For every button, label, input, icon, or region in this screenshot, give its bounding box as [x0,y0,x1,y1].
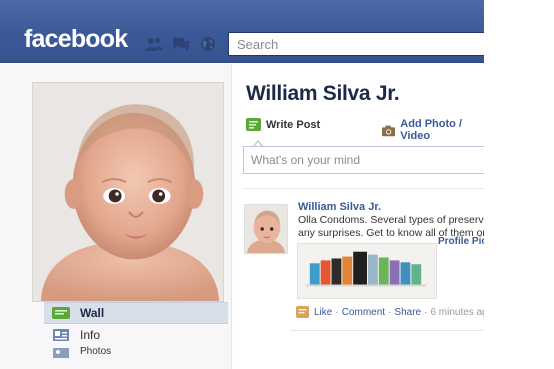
feed-divider [243,188,484,189]
top-bar: facebook [0,0,484,63]
write-post-icon [246,118,261,131]
nav-item-wall[interactable]: Wall [44,302,228,324]
search-input[interactable] [228,32,484,56]
action-separator: · [424,306,428,318]
action-separator: · [335,306,339,318]
tab-write-post[interactable]: Write Post [246,118,320,131]
share-link[interactable]: Share [394,307,421,318]
facebook-profile-screen: facebook Search Wall Info Photos William… [0,0,554,369]
story-actions: Like · Comment · Share · 6 minutes ago [296,306,507,318]
profile-left-nav: Wall Info Photos [44,302,228,358]
nav-item-photos[interactable]: Photos [44,346,228,358]
friend-requests-icon[interactable] [145,36,163,52]
story-author-link[interactable]: William Silva Jr. [298,201,381,213]
camera-icon [382,125,396,136]
baby-portrait-icon [33,83,223,301]
nav-item-info[interactable]: Info [44,324,228,346]
nav-label-photos: Photos [80,346,112,357]
like-link[interactable]: Like [314,307,332,318]
action-separator: · [388,306,392,318]
add-photo-label: Add Photo / Video [400,118,462,142]
page-edge-blank [484,0,554,369]
status-input[interactable] [243,146,484,174]
comment-link[interactable]: Comment [342,307,385,318]
info-icon [52,328,70,342]
publisher-tabs: Write Post Add Photo / Video [246,118,484,142]
baby-thumbnail-icon [245,205,287,253]
condom-packs-image-icon [298,244,436,298]
feed-divider [290,330,484,331]
photos-icon [52,346,70,358]
profile-picture[interactable] [32,82,224,302]
tab-add-photo-video[interactable]: Add Photo / Video [382,118,484,142]
story-text-line-1: Olla Condoms. Several types of preservat… [298,214,488,226]
notifications-globe-icon[interactable] [199,36,217,52]
story-avatar[interactable] [244,204,288,254]
nav-label-info: Info [80,328,101,342]
write-post-label: Write Post [266,118,321,131]
facebook-logo[interactable]: facebook [24,25,128,54]
profile-name: William Silva Jr. [246,82,400,105]
wall-icon [52,306,70,320]
status-update-icon [296,306,309,318]
messages-icon[interactable] [172,36,190,52]
nav-label-wall: Wall [80,306,105,320]
story-attachment-image[interactable] [297,243,437,299]
